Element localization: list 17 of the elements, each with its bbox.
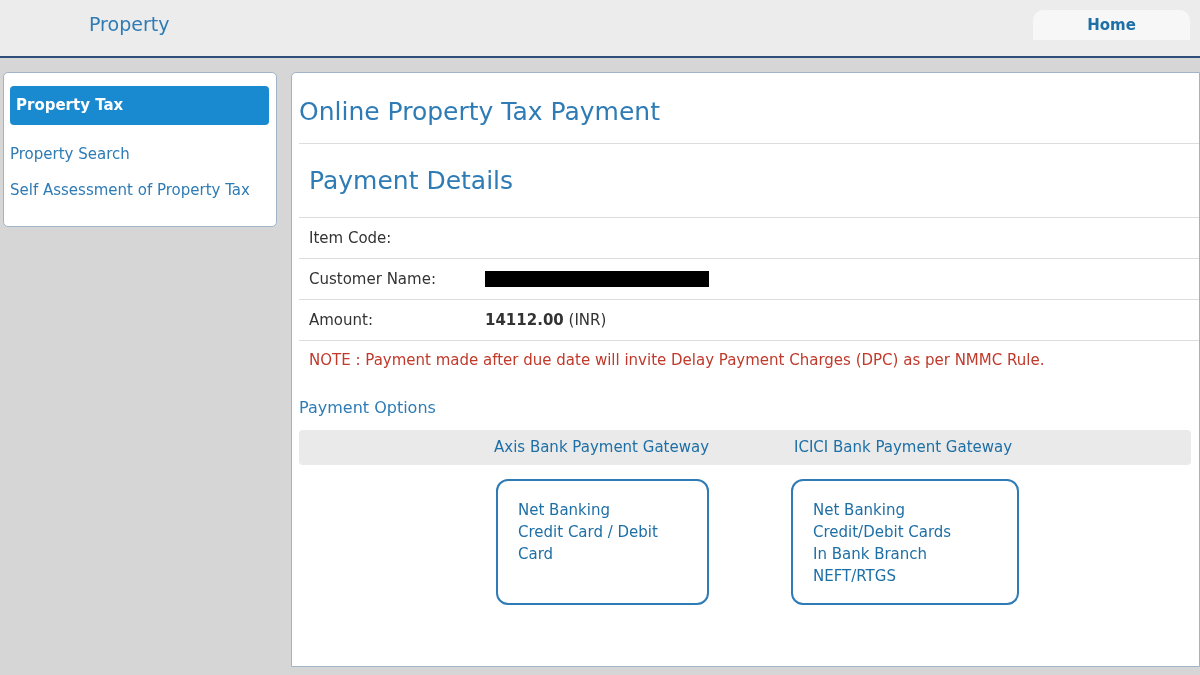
gateway-name: ICICI Bank Payment Gateway [794,436,1014,458]
gateway-option-button[interactable]: Net Banking Credit Card / Debit Card [496,478,709,605]
field-label: Item Code: [309,227,393,249]
options-heading: Payment Options [299,396,437,419]
gateway-option-button[interactable]: Net Banking Credit/Debit Cards In Bank Branch NEFT/RTGS [791,478,1019,605]
section-title: Payment Details [309,164,515,197]
field-label: Customer Name: [309,268,437,290]
sidebar-item[interactable]: Self Assessment of Property Tax [10,173,269,210]
site-title: Property [89,12,170,37]
home-link[interactable]: Home [1033,10,1190,40]
field-value: 14112.00 (INR) [485,309,607,331]
note-text: NOTE : Payment made after due date will invite Delay Payment Charges (DPC) as per NMMC Rule. [299,340,1199,396]
sidebar-item[interactable]: Property Search [10,136,269,173]
page-title: Online Property Tax Payment [299,93,1199,144]
sidebar-item[interactable]: Property Tax [10,86,269,125]
field-label: Amount: [309,309,374,331]
gateway-name: Axis Bank Payment Gateway [494,436,711,458]
